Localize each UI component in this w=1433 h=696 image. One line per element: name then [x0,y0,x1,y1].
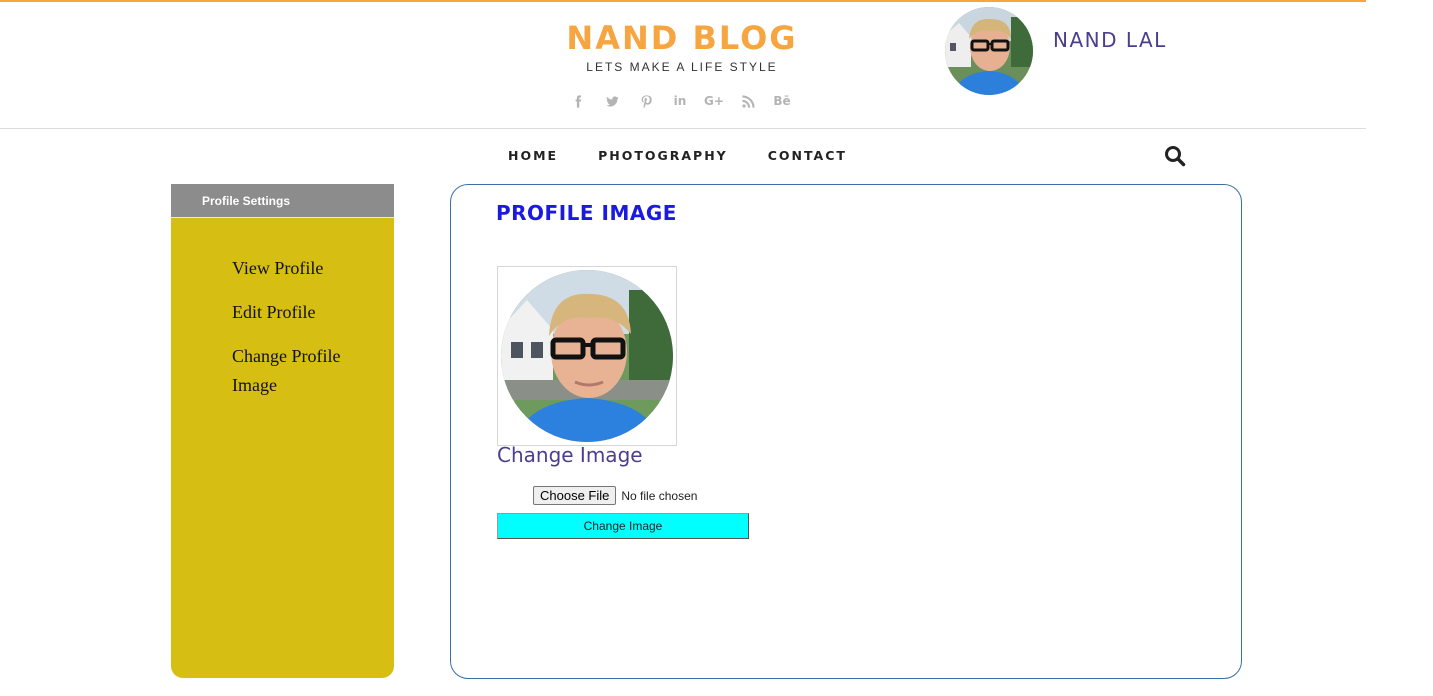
sidebar-item-view-profile[interactable]: View Profile [232,254,354,283]
behance-icon[interactable]: Bē [770,92,794,110]
social-links: in G+ Bē [566,92,794,110]
nav-home[interactable]: HOME [508,146,558,166]
nav-contact[interactable]: CONTACT [768,146,847,166]
google-plus-icon[interactable]: G+ [702,92,726,110]
top-accent-line [0,0,1366,2]
pinterest-icon[interactable] [634,92,658,110]
facebook-icon[interactable] [566,92,590,110]
main-nav: HOME PHOTOGRAPHY CONTACT [488,146,867,166]
nav-photography[interactable]: PHOTOGRAPHY [598,146,728,166]
site-tagline: LETS MAKE A LIFE STYLE [586,60,778,74]
change-image-button[interactable]: Change Image [497,513,749,539]
user-name[interactable]: NAND LAL [1053,28,1167,52]
twitter-icon[interactable] [600,92,624,110]
profile-photo [501,270,673,442]
file-status-text: No file chosen [621,488,698,503]
sidebar-item-edit-profile[interactable]: Edit Profile [232,298,354,327]
file-input: Choose File No file chosen [533,486,697,505]
sidebar-item-change-profile-image[interactable]: Change Profile Image [232,342,354,400]
page-title: PROFILE IMAGE [496,201,677,225]
header-divider [0,128,1366,129]
brand-block: NAND BLOG LETS MAKE A LIFE STYLE [560,18,804,74]
search-icon[interactable] [1164,145,1186,167]
linkedin-icon[interactable]: in [668,92,692,110]
profile-sidebar: Profile Settings View Profile Edit Profi… [171,184,394,678]
rss-icon[interactable] [736,92,760,110]
site-title[interactable]: NAND BLOG [560,18,804,58]
profile-image-panel: PROFILE IMAGE Change Image Choose File N… [450,184,1242,679]
change-image-label: Change Image [497,443,643,467]
choose-file-button[interactable]: Choose File [533,486,617,505]
sidebar-heading: Profile Settings [171,184,394,218]
profile-image-frame [497,266,677,446]
header-avatar[interactable] [945,7,1033,95]
sidebar-menu: View Profile Edit Profile Change Profile… [171,218,394,400]
